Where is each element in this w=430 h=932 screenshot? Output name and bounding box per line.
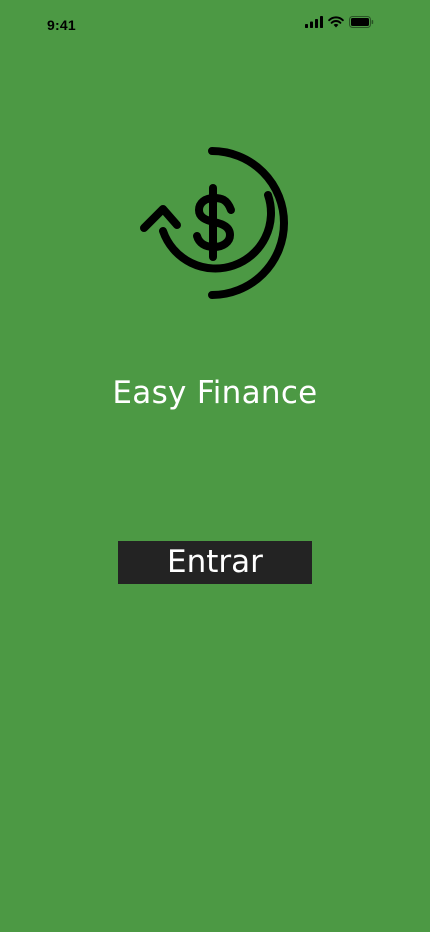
battery-icon <box>349 16 374 28</box>
wifi-icon <box>328 16 344 28</box>
signal-icon <box>305 16 323 28</box>
enter-button[interactable]: Entrar <box>118 541 312 584</box>
status-bar: 9:41 <box>0 0 430 50</box>
app-logo <box>135 143 295 303</box>
status-icons <box>305 16 374 28</box>
app-title: Easy Finance <box>112 375 318 411</box>
dollar-refresh-icon <box>140 147 288 299</box>
status-time: 9:41 <box>47 17 76 33</box>
